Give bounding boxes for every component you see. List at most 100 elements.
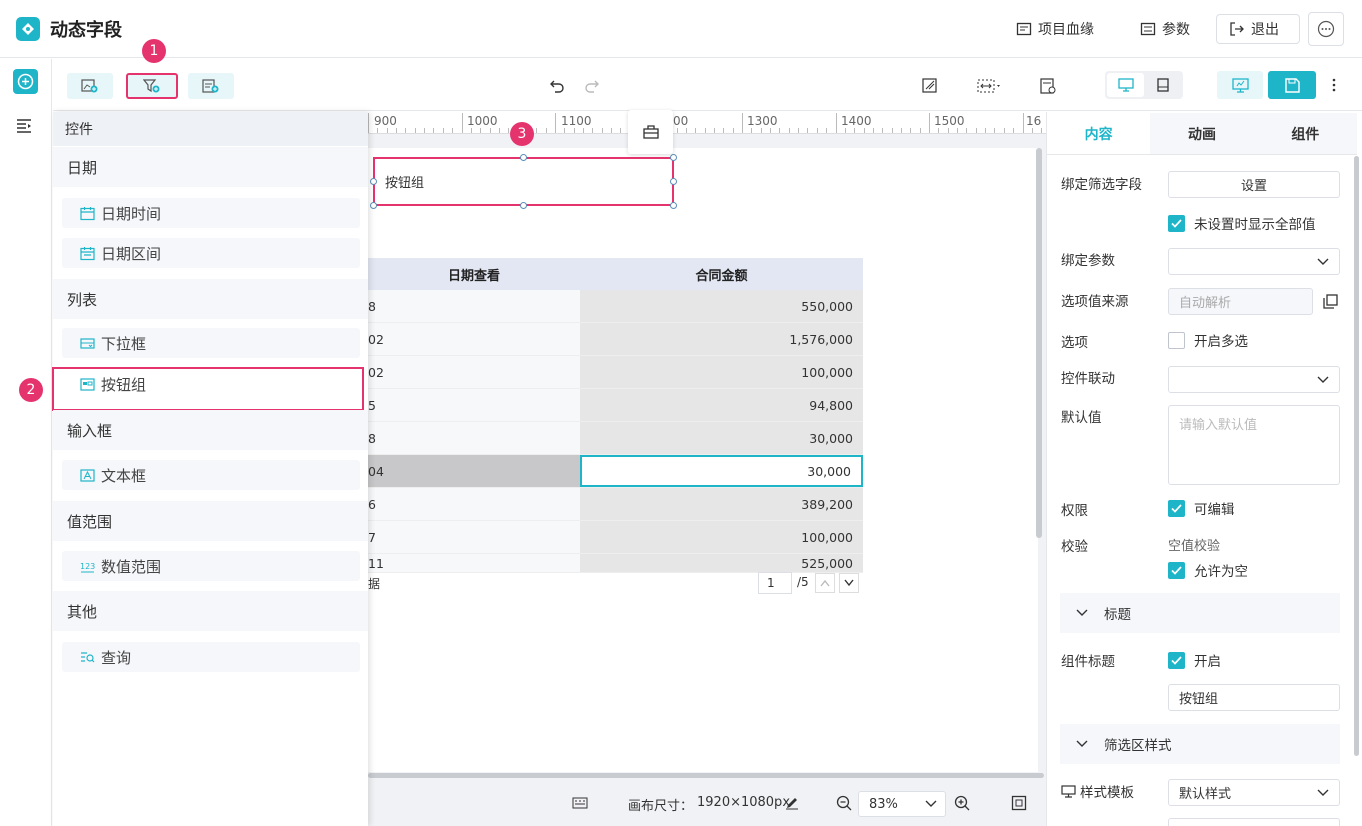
resize-handle[interactable] <box>370 178 377 185</box>
table-row[interactable]: 8 30,000 <box>368 422 863 455</box>
zoom-in-icon[interactable] <box>954 795 970 815</box>
keyboard-icon[interactable] <box>572 797 588 813</box>
col-header-date[interactable]: 日期查看 <box>368 258 580 290</box>
amount-cell[interactable]: 94,800 <box>580 389 863 421</box>
resize-handle[interactable] <box>370 202 377 209</box>
add-component-button[interactable] <box>13 69 38 94</box>
monitor-icon <box>1061 784 1076 798</box>
fit-screen-icon[interactable] <box>1011 795 1027 815</box>
title-section-header[interactable]: 标题 <box>1060 593 1340 633</box>
canvas-horizontal-scrollbar[interactable] <box>368 773 1044 778</box>
control-item-dropdown[interactable]: 下拉框 <box>62 328 360 358</box>
zoom-out-icon[interactable] <box>836 795 852 815</box>
tab-animation[interactable]: 动画 <box>1150 113 1254 154</box>
canvas-vertical-scrollbar[interactable] <box>1036 148 1042 538</box>
control-item-number-range[interactable]: 123 数值范围 <box>62 551 360 581</box>
control-item-datetime[interactable]: 日期时间 <box>62 198 360 228</box>
show-all-checkbox[interactable] <box>1168 214 1185 232</box>
date-cell[interactable]: 8 <box>368 290 580 322</box>
style-template-select[interactable]: 默认样式 <box>1168 779 1340 806</box>
filter-style-section-header[interactable]: 筛选区样式 <box>1060 724 1340 764</box>
layout-align-icon[interactable] <box>976 74 1004 98</box>
control-item-query[interactable]: 查询 <box>62 642 360 672</box>
edit-pen-icon[interactable] <box>785 796 799 814</box>
table-row[interactable]: 7 100,000 <box>368 521 863 554</box>
more-options-button[interactable] <box>1308 12 1344 46</box>
copy-icon[interactable] <box>1323 294 1338 313</box>
control-item-textbox[interactable]: 文本框 <box>62 460 360 490</box>
amount-cell[interactable]: 30,000 <box>580 422 863 454</box>
tab-content[interactable]: 内容 <box>1047 113 1151 154</box>
mobile-view-button[interactable] <box>1144 73 1181 97</box>
amount-cell[interactable]: 525,000 <box>580 554 863 572</box>
date-cell[interactable]: 02 <box>368 323 580 355</box>
table-row[interactable]: 04 30,000 <box>368 455 863 488</box>
date-cell[interactable]: 04 <box>368 455 580 487</box>
bind-param-select[interactable] <box>1168 248 1340 275</box>
exit-button[interactable]: 退出 <box>1216 14 1300 44</box>
date-cell[interactable]: 5 <box>368 389 580 421</box>
params-button[interactable]: 参数 <box>1140 14 1190 44</box>
amount-cell[interactable]: 30,000 <box>580 455 863 487</box>
tab-component[interactable]: 组件 <box>1253 113 1357 154</box>
properties-scrollbar[interactable] <box>1354 156 1359 756</box>
component-title-input[interactable]: 按钮组 <box>1168 684 1340 711</box>
button-group-widget[interactable]: 按钮组 <box>373 157 674 206</box>
date-cell[interactable]: 6 <box>368 488 580 520</box>
table-row[interactable]: 02 1,576,000 <box>368 323 863 356</box>
date-cell[interactable]: 11 <box>368 554 580 572</box>
resize-handle[interactable] <box>670 178 677 185</box>
date-cell[interactable]: 02 <box>368 356 580 388</box>
preview-button[interactable] <box>1217 71 1263 99</box>
table-row[interactable]: 6 389,200 <box>368 488 863 521</box>
col-header-amount[interactable]: 合同金额 <box>580 258 863 290</box>
undo-icon[interactable] <box>545 74 569 98</box>
amount-cell[interactable]: 100,000 <box>580 521 863 553</box>
table-row[interactable]: 5 94,800 <box>368 389 863 422</box>
default-value-textarea[interactable]: 请输入默认值 <box>1168 405 1340 485</box>
page-prev-icon[interactable] <box>815 573 835 593</box>
redo-icon[interactable] <box>580 74 604 98</box>
resize-handle[interactable] <box>520 154 527 161</box>
control-item-date-range[interactable]: 日期区间 <box>62 238 360 268</box>
table-row[interactable]: 11 525,000 <box>368 554 863 573</box>
resize-handle[interactable] <box>670 202 677 209</box>
zoom-select[interactable]: 83% <box>858 791 946 817</box>
table-row[interactable]: 8 550,000 <box>368 290 863 323</box>
editable-checkbox[interactable] <box>1168 499 1185 517</box>
add-chart-button[interactable] <box>67 73 113 99</box>
save-button[interactable] <box>1268 71 1316 99</box>
amount-cell[interactable]: 550,000 <box>580 290 863 322</box>
device-switch[interactable] <box>1105 71 1183 99</box>
table-row[interactable]: 02 100,000 <box>368 356 863 389</box>
date-cell[interactable]: 8 <box>368 422 580 454</box>
kebab-menu-icon[interactable] <box>1328 76 1340 98</box>
multi-select-checkbox[interactable] <box>1168 331 1185 349</box>
theme-icon[interactable] <box>918 74 942 98</box>
title-open-row[interactable]: 开启 <box>1168 650 1221 670</box>
widget-float-toolbar[interactable] <box>628 110 673 154</box>
editable-row[interactable]: 可编辑 <box>1168 498 1235 518</box>
linkage-select[interactable] <box>1168 366 1340 393</box>
control-item-button-group[interactable]: 按钮组 <box>62 369 360 399</box>
resize-handle[interactable] <box>670 154 677 161</box>
resize-handle[interactable] <box>520 202 527 209</box>
title-open-checkbox[interactable] <box>1168 651 1185 669</box>
amount-cell[interactable]: 100,000 <box>580 356 863 388</box>
page-settings-icon[interactable] <box>1036 74 1060 98</box>
page-next-icon[interactable] <box>839 573 859 593</box>
layer-list-icon[interactable] <box>16 118 34 138</box>
allow-empty-checkbox[interactable] <box>1168 561 1185 579</box>
amount-cell[interactable]: 1,576,000 <box>580 323 863 355</box>
add-table-button[interactable] <box>188 73 234 99</box>
add-filter-button[interactable] <box>126 73 178 99</box>
allow-empty-row[interactable]: 允许为空 <box>1168 560 1248 580</box>
show-all-checkbox-row[interactable]: 未设置时显示全部值 <box>1168 213 1316 233</box>
project-lineage-button[interactable]: 项目血缘 <box>1016 14 1094 44</box>
set-filter-button[interactable]: 设置 <box>1168 171 1340 198</box>
amount-cell[interactable]: 389,200 <box>580 488 863 520</box>
multi-select-row[interactable]: 开启多选 <box>1168 330 1248 350</box>
date-cell[interactable]: 7 <box>368 521 580 553</box>
desktop-view-button[interactable] <box>1107 73 1144 97</box>
page-input[interactable]: 1 <box>758 572 792 594</box>
